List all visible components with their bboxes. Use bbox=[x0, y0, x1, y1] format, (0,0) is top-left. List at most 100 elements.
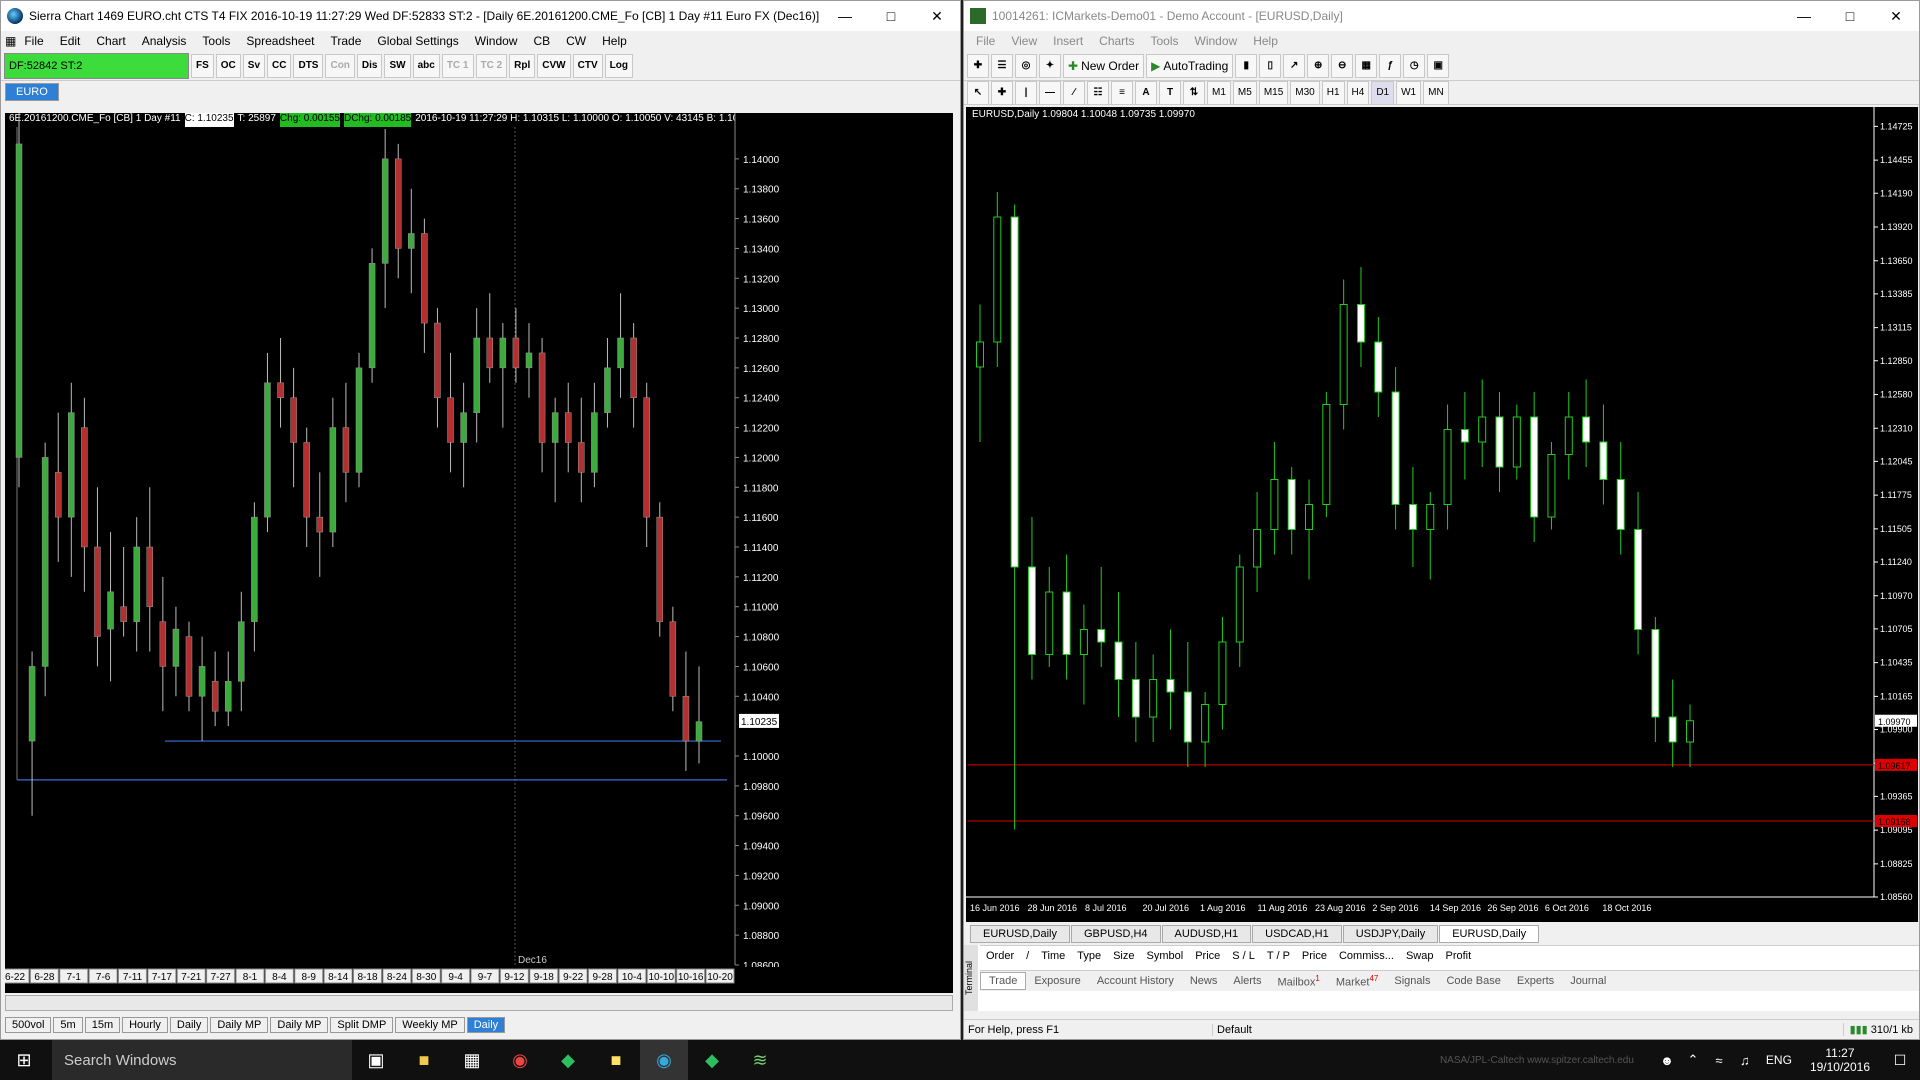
sierra-price-chart[interactable]: 6E.20161200.CME_Fo [CB] 1 Day #11 C: 1.1… bbox=[5, 113, 953, 993]
terminal-col[interactable]: Order bbox=[980, 950, 1020, 962]
toolbar-oc-button[interactable]: OC bbox=[215, 53, 241, 78]
menu-chart[interactable]: Chart bbox=[88, 34, 133, 48]
clock[interactable]: 11:27 19/10/2016 bbox=[1800, 1046, 1880, 1074]
timeframe-d1[interactable]: D1 bbox=[1371, 81, 1395, 104]
line-chart-icon[interactable]: ↗ bbox=[1283, 53, 1306, 78]
mt4-titlebar[interactable]: 10014261: ICMarkets-Demo01 - Demo Accoun… bbox=[964, 1, 1919, 31]
minimize-button[interactable]: — bbox=[822, 1, 868, 31]
mt4-menu-insert[interactable]: Insert bbox=[1045, 34, 1091, 48]
new-chart-icon[interactable]: ✚ bbox=[967, 53, 989, 78]
metatrader-taskbar-icon[interactable]: ≋ bbox=[736, 1040, 784, 1080]
evernote2-icon[interactable]: ◆ bbox=[688, 1040, 736, 1080]
toolbar-cvw-button[interactable]: CVW bbox=[537, 53, 571, 78]
horizontal-scrollbar[interactable] bbox=[5, 995, 953, 1011]
vertical-line-icon[interactable]: | bbox=[1015, 81, 1037, 104]
chartbook-tab[interactable]: Daily bbox=[169, 1017, 209, 1033]
terminal-col[interactable]: Swap bbox=[1400, 950, 1440, 962]
store-icon[interactable]: ▦ bbox=[448, 1040, 496, 1080]
mt4-menu-charts[interactable]: Charts bbox=[1091, 34, 1142, 48]
timeframe-h4[interactable]: H4 bbox=[1346, 81, 1370, 104]
timeframe-m5[interactable]: M5 bbox=[1232, 81, 1257, 104]
terminal-col[interactable]: Symbol bbox=[1141, 950, 1190, 962]
chart-tab[interactable]: USDJPY,Daily bbox=[1342, 925, 1439, 943]
menu-cb[interactable]: CB bbox=[525, 34, 558, 48]
sierra-titlebar[interactable]: Sierra Chart 1469 EURO.cht CTS T4 FIX 20… bbox=[1, 1, 960, 31]
timeframe-m15[interactable]: M15 bbox=[1258, 81, 1289, 104]
toolbar-rpl-button[interactable]: Rpl bbox=[509, 53, 536, 78]
auto-trading-button[interactable]: ▶ AutoTrading bbox=[1146, 53, 1234, 78]
terminal-tab-account-history[interactable]: Account History bbox=[1089, 973, 1182, 989]
templates-icon[interactable]: ▣ bbox=[1427, 53, 1450, 78]
terminal-tab-exposure[interactable]: Exposure bbox=[1026, 973, 1088, 989]
navigator-icon[interactable]: ✦ bbox=[1039, 53, 1061, 78]
sierra-chart-taskbar-icon[interactable]: ◉ bbox=[640, 1040, 688, 1080]
maximize-button[interactable]: □ bbox=[868, 1, 914, 31]
notifications-icon[interactable]: ☐ bbox=[1880, 1040, 1920, 1080]
terminal-tab-alerts[interactable]: Alerts bbox=[1225, 973, 1269, 989]
bar-chart-icon[interactable]: ▮ bbox=[1235, 53, 1258, 78]
sticky-notes-icon[interactable]: ■ bbox=[592, 1040, 640, 1080]
timeframe-m1[interactable]: M1 bbox=[1207, 81, 1231, 104]
terminal-col[interactable]: Profit bbox=[1440, 950, 1478, 962]
toolbar-dis-button[interactable]: Dis bbox=[356, 53, 383, 78]
chartbook-tab[interactable]: Hourly bbox=[122, 1017, 168, 1033]
sierra-menu-icon[interactable]: ▦ bbox=[5, 34, 16, 48]
toolbar-dts-button[interactable]: DTS bbox=[293, 53, 324, 78]
terminal-tab-signals[interactable]: Signals bbox=[1386, 973, 1438, 989]
terminal-col[interactable]: Time bbox=[1035, 950, 1071, 962]
terminal-tab-trade[interactable]: Trade bbox=[980, 972, 1027, 990]
chrome-icon[interactable]: ◉ bbox=[496, 1040, 544, 1080]
label-icon[interactable]: T bbox=[1159, 81, 1181, 104]
volume-icon[interactable]: ♫ bbox=[1732, 1040, 1758, 1080]
language-indicator[interactable]: ENG bbox=[1758, 1053, 1800, 1067]
menu-trade[interactable]: Trade bbox=[322, 34, 369, 48]
terminal-col[interactable]: Commiss... bbox=[1333, 950, 1400, 962]
timeframe-m30[interactable]: M30 bbox=[1290, 81, 1320, 104]
chartbook-tab[interactable]: Split DMP bbox=[330, 1017, 394, 1033]
terminal-col[interactable]: Size bbox=[1107, 950, 1140, 962]
terminal-tab-mailbox[interactable]: Mailbox1 bbox=[1269, 972, 1327, 991]
chartbook-tab[interactable]: Daily MP bbox=[210, 1017, 269, 1033]
terminal-tab-market[interactable]: Market47 bbox=[1328, 972, 1387, 991]
cursor-icon[interactable]: ↖ bbox=[967, 81, 989, 104]
chartbook-tab[interactable]: Weekly MP bbox=[395, 1017, 465, 1033]
terminal-col[interactable]: S / L bbox=[1226, 950, 1261, 962]
terminal-tab-news[interactable]: News bbox=[1182, 973, 1226, 989]
toolbar-log-button[interactable]: Log bbox=[604, 53, 633, 78]
chevron-up-icon[interactable]: ⌃ bbox=[1680, 1040, 1706, 1080]
timeframe-mn[interactable]: MN bbox=[1423, 81, 1449, 104]
tile-icon[interactable]: ▦ bbox=[1355, 53, 1378, 78]
menu-edit[interactable]: Edit bbox=[52, 34, 89, 48]
chartbook-tab[interactable]: 15m bbox=[84, 1017, 121, 1033]
mt4-menu-window[interactable]: Window bbox=[1187, 34, 1246, 48]
toolbar-tc-1-button[interactable]: TC 1 bbox=[441, 53, 474, 78]
toolbar-abc-button[interactable]: abc bbox=[412, 53, 440, 78]
terminal-col[interactable]: T / P bbox=[1261, 950, 1296, 962]
mt4-close-button[interactable]: ✕ bbox=[1873, 1, 1919, 31]
profiles-icon[interactable]: ☰ bbox=[991, 53, 1013, 78]
channel-icon[interactable]: ☷ bbox=[1087, 81, 1109, 104]
task-view-icon[interactable]: ▣ bbox=[352, 1040, 400, 1080]
toolbar-sv-button[interactable]: Sv bbox=[242, 53, 266, 78]
mt4-menu-tools[interactable]: Tools bbox=[1143, 34, 1187, 48]
chart-tab[interactable]: EURUSD,Daily bbox=[1439, 925, 1540, 943]
menu-analysis[interactable]: Analysis bbox=[134, 34, 195, 48]
toolbar-ctv-button[interactable]: CTV bbox=[572, 53, 603, 78]
toolbar-fs-button[interactable]: FS bbox=[191, 53, 214, 78]
start-button[interactable]: ⊞ bbox=[0, 1040, 48, 1080]
menu-spreadsheet[interactable]: Spreadsheet bbox=[238, 34, 322, 48]
trendline-icon[interactable]: ∕ bbox=[1063, 81, 1085, 104]
tab-euro[interactable]: EURO bbox=[5, 83, 59, 101]
terminal-col[interactable]: Price bbox=[1296, 950, 1333, 962]
mt4-minimize-button[interactable]: — bbox=[1781, 1, 1827, 31]
new-order-button[interactable]: ✚ New Order bbox=[1063, 53, 1145, 78]
timeframe-h1[interactable]: H1 bbox=[1321, 81, 1345, 104]
mt4-price-chart[interactable]: EURUSD,Daily 1.09804 1.10048 1.09735 1.0… bbox=[966, 107, 1918, 922]
market-watch-icon[interactable]: ◎ bbox=[1015, 53, 1037, 78]
terminal-col[interactable]: / bbox=[1020, 950, 1035, 962]
evernote-icon[interactable]: ◆ bbox=[544, 1040, 592, 1080]
toolbar-cc-button[interactable]: CC bbox=[267, 53, 292, 78]
terminal-tab-code-base[interactable]: Code Base bbox=[1438, 973, 1508, 989]
mt4-menu-help[interactable]: Help bbox=[1245, 34, 1286, 48]
fibonacci-icon[interactable]: ≡ bbox=[1111, 81, 1133, 104]
